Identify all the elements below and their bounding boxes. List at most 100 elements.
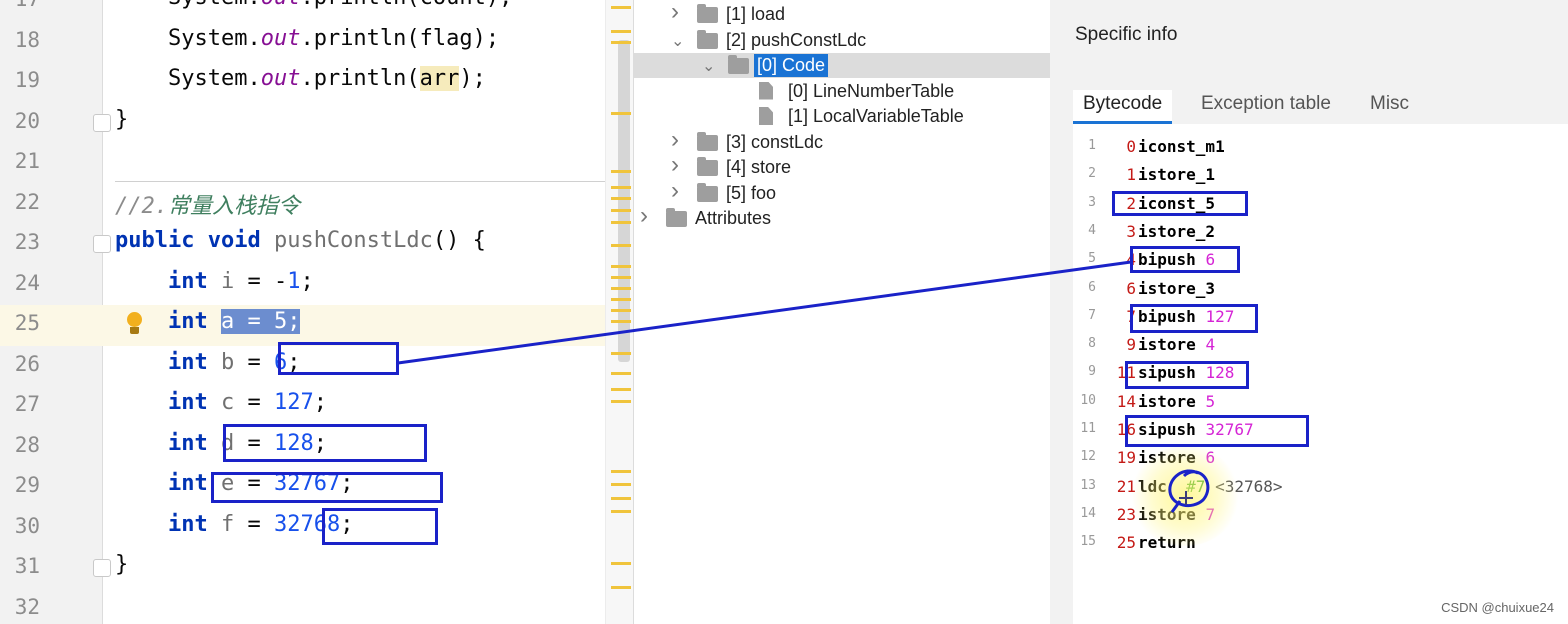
stripe-mark[interactable] [611, 470, 631, 473]
code-token: int [167, 309, 221, 334]
folder-icon [697, 157, 718, 176]
stripe-mark[interactable] [611, 586, 631, 589]
stripe-mark[interactable] [611, 400, 631, 403]
stripe-mark[interactable] [611, 186, 631, 189]
tab-misc[interactable]: Misc [1360, 90, 1419, 124]
code-line[interactable]: 30 int f = 32768; [0, 508, 633, 549]
stripe-mark[interactable] [611, 287, 631, 290]
stripe-mark[interactable] [611, 30, 631, 33]
stripe-mark[interactable] [611, 483, 631, 486]
bytecode-row[interactable]: 8 9 istore 4 [1073, 332, 1568, 360]
bytecode-offset: 0 [1126, 137, 1136, 156]
bytecode-row[interactable]: 1525return [1073, 530, 1568, 558]
tree-node[interactable]: › [3] constLdc [634, 126, 1051, 155]
chevron-right-icon[interactable]: › [640, 202, 648, 230]
tree-node[interactable]: › [1] load [634, 0, 1051, 27]
bytecode-opcode: istore_2 [1138, 221, 1216, 241]
fold-marker-icon[interactable] [93, 235, 111, 253]
tree-node[interactable]: › [5] foo [634, 177, 1051, 206]
bytecode-row[interactable]: 10 14 istore 5 [1073, 389, 1568, 417]
code-line[interactable]: 20} [0, 103, 633, 144]
chevron-right-icon[interactable]: › [671, 151, 679, 179]
chevron-right-icon[interactable]: › [671, 177, 679, 205]
chevron-right-icon[interactable]: › [671, 0, 679, 26]
chevron-down-icon[interactable]: ⌄ [671, 31, 684, 51]
bytecode-opcode: istore_3 [1138, 278, 1216, 298]
stripe-mark[interactable] [611, 197, 631, 200]
fold-marker-icon[interactable] [93, 559, 111, 577]
stripe-mark[interactable] [611, 320, 631, 323]
code-text: } [115, 107, 128, 132]
code-token: a = 5; [220, 309, 301, 334]
cursor-highlight [1130, 446, 1240, 546]
stripe-mark[interactable] [611, 309, 631, 312]
code-token: int [167, 268, 221, 294]
tree-node-label: [5] foo [726, 182, 777, 203]
code-line[interactable]: 18 System.out.println(flag); [0, 22, 633, 63]
bytecode-row[interactable]: 6 6 istore_3 [1073, 276, 1568, 304]
stripe-mark[interactable] [611, 41, 631, 44]
bytecode-opcode: istore [1138, 391, 1196, 411]
stripe-mark[interactable] [611, 276, 631, 279]
code-line[interactable]: 25 int a = 5; [0, 305, 633, 346]
tree-node[interactable]: [1] LocalVariableTable [634, 104, 1051, 129]
bytecode-instruction: istore_2 [1138, 222, 1215, 241]
code-text: } [115, 552, 128, 577]
code-line[interactable]: 17 System.out.println(count); [0, 0, 633, 22]
bytecode-row[interactable]: 2 1 istore_1 [1073, 162, 1568, 190]
stripe-mark[interactable] [611, 352, 631, 355]
tree-node[interactable]: › [4] store [634, 151, 1051, 180]
code-line[interactable]: 22 //2.常量入栈指令 [0, 184, 633, 225]
code-token: out [260, 25, 301, 51]
stripe-mark[interactable] [611, 112, 631, 115]
code-token: int [167, 430, 221, 456]
stripe-mark[interactable] [611, 170, 631, 173]
tree-node[interactable]: ⌄ [0] Code [634, 53, 1051, 78]
stripe-mark[interactable] [611, 510, 631, 513]
tree-node[interactable]: [0] LineNumberTable [634, 79, 1051, 104]
stripe-mark[interactable] [611, 221, 631, 224]
code-line[interactable]: 32 [0, 589, 633, 624]
bytecode-operand: 5 [1205, 391, 1216, 411]
tab-exception-table[interactable]: Exception table [1191, 90, 1341, 124]
code-token: = [234, 511, 274, 537]
tree-node-label: Attributes [695, 208, 772, 228]
bytecode-row[interactable]: 4 3 istore_2 [1073, 219, 1568, 247]
stripe-mark[interactable] [611, 244, 631, 247]
code-token: 127 [273, 390, 314, 415]
class-structure-tree[interactable]: › [1] load ⌄ [2] pushConstLdc ⌄ [0] Code [0] L… [633, 0, 1051, 624]
bytecode-line-number: 5 [1088, 251, 1096, 267]
stripe-mark[interactable] [611, 209, 631, 212]
code-token: i [220, 268, 235, 294]
code-line[interactable]: 31} [0, 548, 633, 589]
code-line[interactable]: 23 public void pushConstLdc() { [0, 224, 633, 265]
bytecode-offset: 19 [1116, 448, 1136, 468]
fold-marker-icon[interactable] [93, 113, 111, 132]
stripe-mark[interactable] [611, 372, 631, 375]
chevron-right-icon[interactable]: › [671, 126, 679, 154]
tab-bytecode[interactable]: Bytecode [1073, 90, 1173, 124]
specific-info-panel: Specific info Bytecode Exception table M… [1050, 0, 1568, 624]
code-editor[interactable]: 17 System.out.println(count);18 System.o… [0, 0, 633, 624]
code-line[interactable]: 19 System.out.println(arr); [0, 62, 633, 103]
chevron-down-icon[interactable]: ⌄ [702, 56, 715, 76]
tree-node[interactable]: ⌄ [2] pushConstLdc [634, 28, 1051, 53]
bytecode-line-number: 3 [1088, 194, 1096, 210]
code-token: = [234, 390, 274, 415]
stripe-mark[interactable] [611, 265, 631, 268]
stripe-mark[interactable] [611, 562, 631, 565]
stripe-mark[interactable] [611, 388, 631, 391]
code-line[interactable]: 21 [0, 143, 633, 184]
code-text: int i = -1; [115, 269, 314, 294]
bytecode-row[interactable]: 1 0 iconst_m1 [1073, 134, 1568, 162]
stripe-mark[interactable] [611, 298, 631, 301]
stripe-mark[interactable] [611, 497, 631, 500]
code-text: public void pushConstLdc() { [115, 228, 486, 253]
editor-scrollbar-thumb[interactable] [618, 40, 630, 362]
bytecode-line-number: 7 [1088, 307, 1096, 323]
stripe-mark[interactable] [611, 6, 631, 9]
code-line[interactable]: 27 int c = 127; [0, 386, 633, 427]
code-line[interactable]: 24 int i = -1; [0, 265, 633, 306]
tree-node[interactable]: › Attributes [634, 202, 1051, 231]
code-token: ; [313, 390, 327, 415]
